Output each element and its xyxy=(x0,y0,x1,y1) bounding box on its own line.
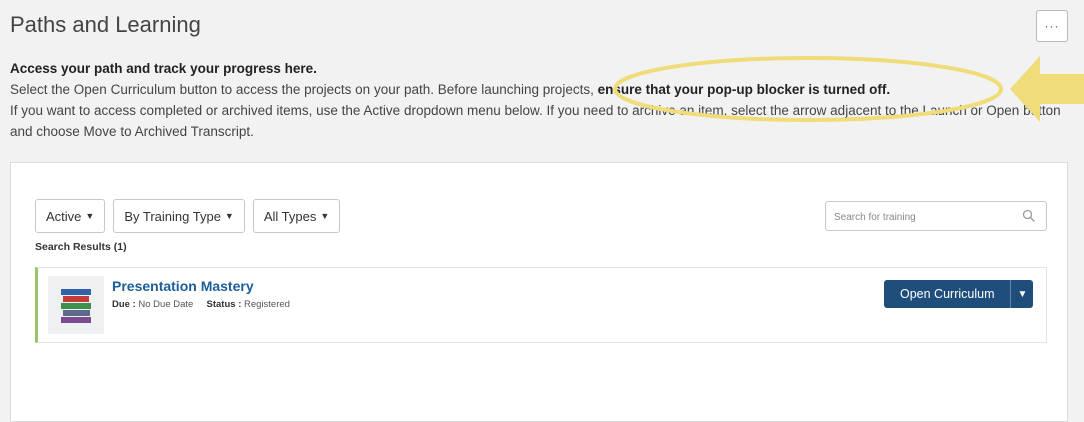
training-type-dropdown[interactable]: By Training Type ▼ xyxy=(113,199,245,233)
caret-down-icon: ▼ xyxy=(320,211,330,221)
due-label: Due : xyxy=(112,299,136,310)
search-input[interactable] xyxy=(832,203,1016,231)
page-title: Paths and Learning xyxy=(10,12,201,37)
filter-bar: Active ▼ By Training Type ▼ All Types ▼ xyxy=(35,199,341,233)
intro-text: Access your path and track your progress… xyxy=(10,58,1070,142)
options-dropdown-button[interactable]: ▼ xyxy=(1010,280,1034,308)
caret-down-icon: ▼ xyxy=(1017,288,1028,300)
status-value: Registered xyxy=(244,299,290,310)
caret-down-icon: ▼ xyxy=(85,211,95,221)
search-icon[interactable] xyxy=(1022,209,1036,223)
training-panel: Active ▼ By Training Type ▼ All Types ▼ … xyxy=(10,162,1068,422)
status-dropdown-label: Active xyxy=(46,208,82,224)
types-dropdown-label: All Types xyxy=(263,208,317,224)
caret-down-icon: ▼ xyxy=(224,211,234,221)
training-title-link[interactable]: Presentation Mastery xyxy=(112,278,254,294)
intro-heading: Access your path and track your progress… xyxy=(10,61,317,76)
status-label: Status : xyxy=(206,299,242,310)
intro-line-2: If you want to access completed or archi… xyxy=(10,103,1061,139)
due-value: No Due Date xyxy=(138,299,194,310)
search-box[interactable] xyxy=(825,201,1047,231)
books-icon xyxy=(48,276,104,334)
intro-line-1: Select the Open Curriculum button to acc… xyxy=(10,79,1070,100)
open-curriculum-split-button: Open Curriculum ▼ xyxy=(884,280,1034,308)
status-dropdown[interactable]: Active ▼ xyxy=(35,199,106,233)
training-type-dropdown-label: By Training Type xyxy=(124,208,221,224)
search-results-count: Search Results (1) xyxy=(35,241,127,253)
training-meta: Due : No Due Date Status : Registered xyxy=(112,299,290,310)
ellipsis-icon: ··· xyxy=(1044,19,1060,33)
intro-line-1-text: Select the Open Curriculum button to acc… xyxy=(10,82,598,97)
more-options-button[interactable]: ··· xyxy=(1036,10,1068,42)
popup-blocker-warning: ensure that your pop-up blocker is turne… xyxy=(597,82,891,97)
list-item: Presentation Mastery Due : No Due Date S… xyxy=(35,267,1047,343)
open-curriculum-button[interactable]: Open Curriculum xyxy=(884,280,1011,308)
types-dropdown[interactable]: All Types ▼ xyxy=(252,199,341,233)
